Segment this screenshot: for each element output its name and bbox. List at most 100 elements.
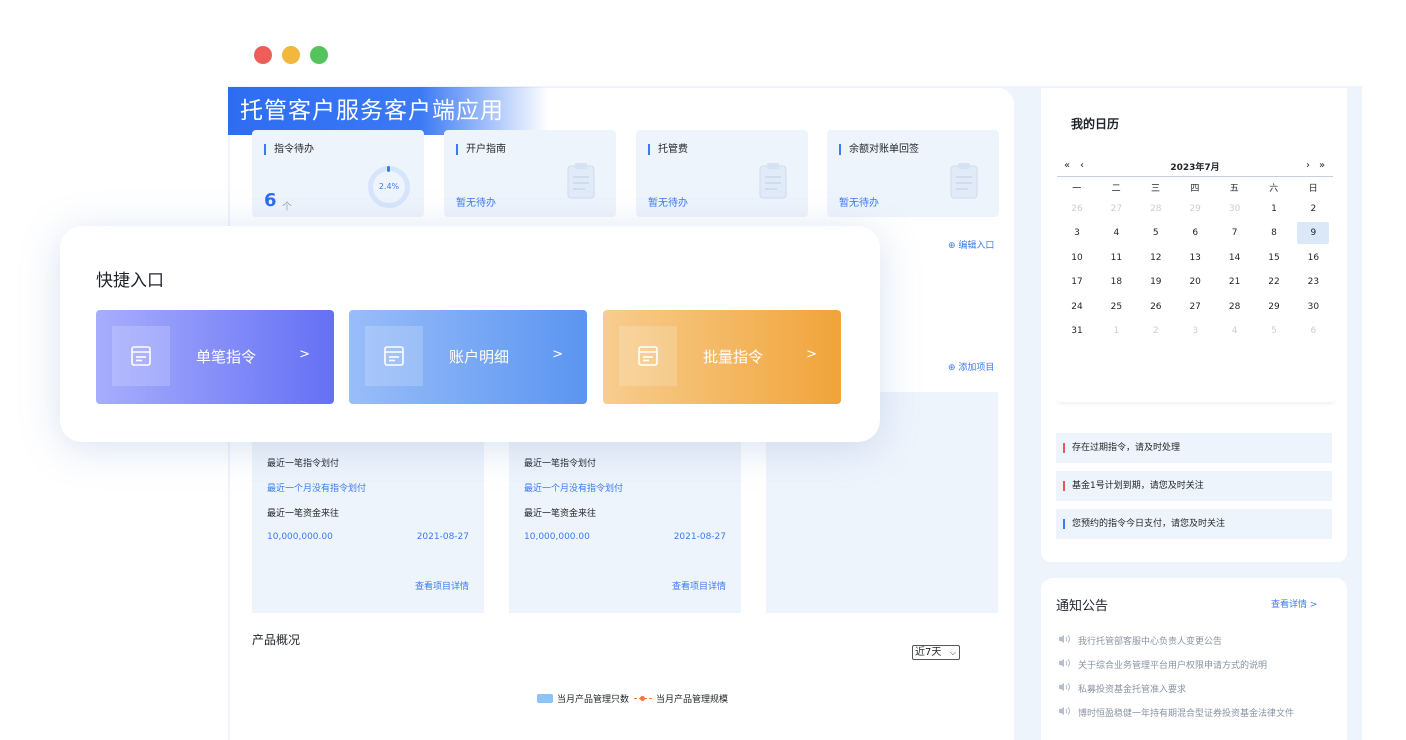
account-detail-button[interactable]: 账户明细 >: [349, 310, 587, 404]
calendar-day[interactable]: 22: [1258, 271, 1290, 293]
todo-card-balance-statement[interactable]: 余额对账单回签 暂无待办: [827, 130, 999, 217]
project-detail-link[interactable]: 查看项目详情: [415, 579, 469, 592]
window-close-dot[interactable]: [254, 46, 272, 64]
calendar-day[interactable]: 30: [1297, 296, 1329, 318]
alert-item[interactable]: 基金1号计划到期，请您及时关注: [1056, 471, 1332, 501]
window-maximize-dot[interactable]: [310, 46, 328, 64]
quick-button-label: 批量指令: [703, 348, 764, 366]
calendar-day[interactable]: 9: [1297, 222, 1330, 244]
project-detail-link[interactable]: 查看项目详情: [672, 579, 726, 592]
notice-item[interactable]: 我行托管部客服中心负责人变更公告: [1058, 634, 1222, 647]
calendar-day[interactable]: 5: [1258, 320, 1290, 342]
quick-entry-title: 快捷入口: [96, 271, 164, 291]
last-fund-label: 最近一笔资金来往: [524, 509, 597, 519]
calendar-day[interactable]: 11: [1100, 247, 1132, 269]
notice-more-link[interactable]: 查看详情 >: [1271, 597, 1317, 610]
document-icon: [112, 326, 170, 386]
calendar-day[interactable]: 30: [1219, 198, 1251, 220]
calendar-weekday: 日: [1308, 184, 1318, 194]
prev-month-button[interactable]: ‹: [1080, 160, 1084, 171]
calendar-day[interactable]: 2: [1297, 198, 1329, 220]
calendar-day[interactable]: 4: [1100, 222, 1132, 244]
chevron-right-icon: >: [299, 347, 310, 362]
calendar-day[interactable]: 5: [1140, 222, 1172, 244]
calendar-day[interactable]: 1: [1100, 320, 1132, 342]
calendar-day[interactable]: 15: [1258, 247, 1290, 269]
calendar-day[interactable]: 29: [1258, 296, 1290, 318]
calendar-day[interactable]: 18: [1100, 271, 1132, 293]
legend-line-swatch: [634, 694, 652, 703]
calendar-title: 我的日历: [1071, 117, 1120, 131]
legend-item-count[interactable]: 当月产品管理只数: [537, 692, 629, 705]
calendar-day[interactable]: 25: [1100, 296, 1132, 318]
speaker-icon: [1058, 658, 1070, 671]
last-instruction-value: 最近一个月没有指令划付: [524, 484, 624, 494]
calendar-day[interactable]: 28: [1140, 198, 1172, 220]
calendar-day[interactable]: 28: [1219, 296, 1251, 318]
calendar-bottom-edge: [1057, 398, 1335, 402]
calendar-day[interactable]: 27: [1100, 198, 1132, 220]
notice-text: 我行托管部客服中心负责人变更公告: [1078, 637, 1223, 647]
calendar-day[interactable]: 23: [1297, 271, 1329, 293]
calendar-day[interactable]: 7: [1219, 222, 1251, 244]
alert-item[interactable]: 您预约的指令今日支付，请您及时关注: [1056, 509, 1332, 539]
calendar-day[interactable]: 19: [1140, 271, 1172, 293]
calendar-day[interactable]: 12: [1140, 247, 1172, 269]
calendar-day[interactable]: 2: [1140, 320, 1172, 342]
quick-button-label: 单笔指令: [196, 348, 257, 366]
calendar-day[interactable]: 8: [1258, 222, 1290, 244]
calendar-day[interactable]: 26: [1061, 198, 1093, 220]
calendar-day[interactable]: 6: [1179, 222, 1211, 244]
todo-title: 指令待办: [264, 144, 314, 155]
clipboard-icon: [759, 163, 787, 199]
calendar-day[interactable]: 6: [1297, 320, 1329, 342]
quick-button-label: 账户明细: [449, 348, 510, 366]
document-icon: [619, 326, 677, 386]
fund-amount: 10,000,000.00: [524, 532, 590, 542]
legend-item-scale[interactable]: 当月产品管理规模: [634, 692, 728, 705]
notice-item[interactable]: 私募投资基金托管准入要求: [1058, 682, 1186, 695]
alert-item[interactable]: 存在过期指令，请及时处理: [1056, 433, 1332, 463]
edit-entry-link[interactable]: ⊕ 编辑入口: [948, 238, 994, 251]
notice-item[interactable]: 博时恒盈稳健一年持有期混合型证券投资基金法律文件: [1058, 706, 1294, 719]
todo-card-instructions[interactable]: 指令待办 6 个 2.4%: [252, 130, 424, 217]
period-select[interactable]: 近7天 ⌵: [912, 645, 960, 660]
calendar-day[interactable]: 31: [1061, 320, 1093, 342]
speaker-icon: [1058, 706, 1070, 719]
last-fund-label: 最近一笔资金来往: [267, 509, 340, 519]
next-year-button[interactable]: »: [1319, 160, 1325, 171]
calendar-day[interactable]: 29: [1179, 198, 1211, 220]
speaker-icon: [1058, 682, 1070, 695]
notice-item[interactable]: 关于综合业务管理平台用户权限申请方式的说明: [1058, 658, 1267, 671]
add-project-link[interactable]: ⊕ 添加项目: [948, 360, 994, 373]
last-instruction-value: 最近一个月没有指令划付: [267, 484, 367, 494]
todo-card-custody-fee[interactable]: 托管费 暂无待办: [636, 130, 808, 217]
prev-year-button[interactable]: «: [1064, 160, 1070, 171]
todo-title: 开户指南: [456, 144, 506, 155]
calendar-day[interactable]: 24: [1061, 296, 1093, 318]
calendar-day[interactable]: 17: [1061, 271, 1093, 293]
calendar-day[interactable]: 21: [1219, 271, 1251, 293]
notice-title: 通知公告: [1056, 599, 1109, 614]
fund-amount: 10,000,000.00: [267, 532, 333, 542]
calendar-weekday: 一: [1072, 184, 1082, 194]
calendar-day[interactable]: 1: [1258, 198, 1290, 220]
calendar-month-label: 2023年7月: [1170, 163, 1220, 173]
calendar-day[interactable]: 3: [1061, 222, 1093, 244]
calendar-day[interactable]: 26: [1140, 296, 1172, 318]
calendar-day[interactable]: 20: [1179, 271, 1211, 293]
todo-card-account-guide[interactable]: 开户指南 暂无待办: [444, 130, 616, 217]
next-month-button[interactable]: ›: [1306, 160, 1310, 171]
calendar-day[interactable]: 14: [1219, 247, 1251, 269]
calendar-day[interactable]: 27: [1179, 296, 1211, 318]
todo-status: 暂无待办: [456, 198, 496, 209]
calendar-day[interactable]: 10: [1061, 247, 1093, 269]
calendar-day[interactable]: 4: [1219, 320, 1251, 342]
todo-title: 托管费: [648, 144, 688, 155]
batch-instruction-button[interactable]: 批量指令 >: [603, 310, 841, 404]
single-instruction-button[interactable]: 单笔指令 >: [96, 310, 334, 404]
calendar-day[interactable]: 13: [1179, 247, 1211, 269]
window-minimize-dot[interactable]: [282, 46, 300, 64]
calendar-day[interactable]: 16: [1297, 247, 1329, 269]
calendar-day[interactable]: 3: [1179, 320, 1211, 342]
